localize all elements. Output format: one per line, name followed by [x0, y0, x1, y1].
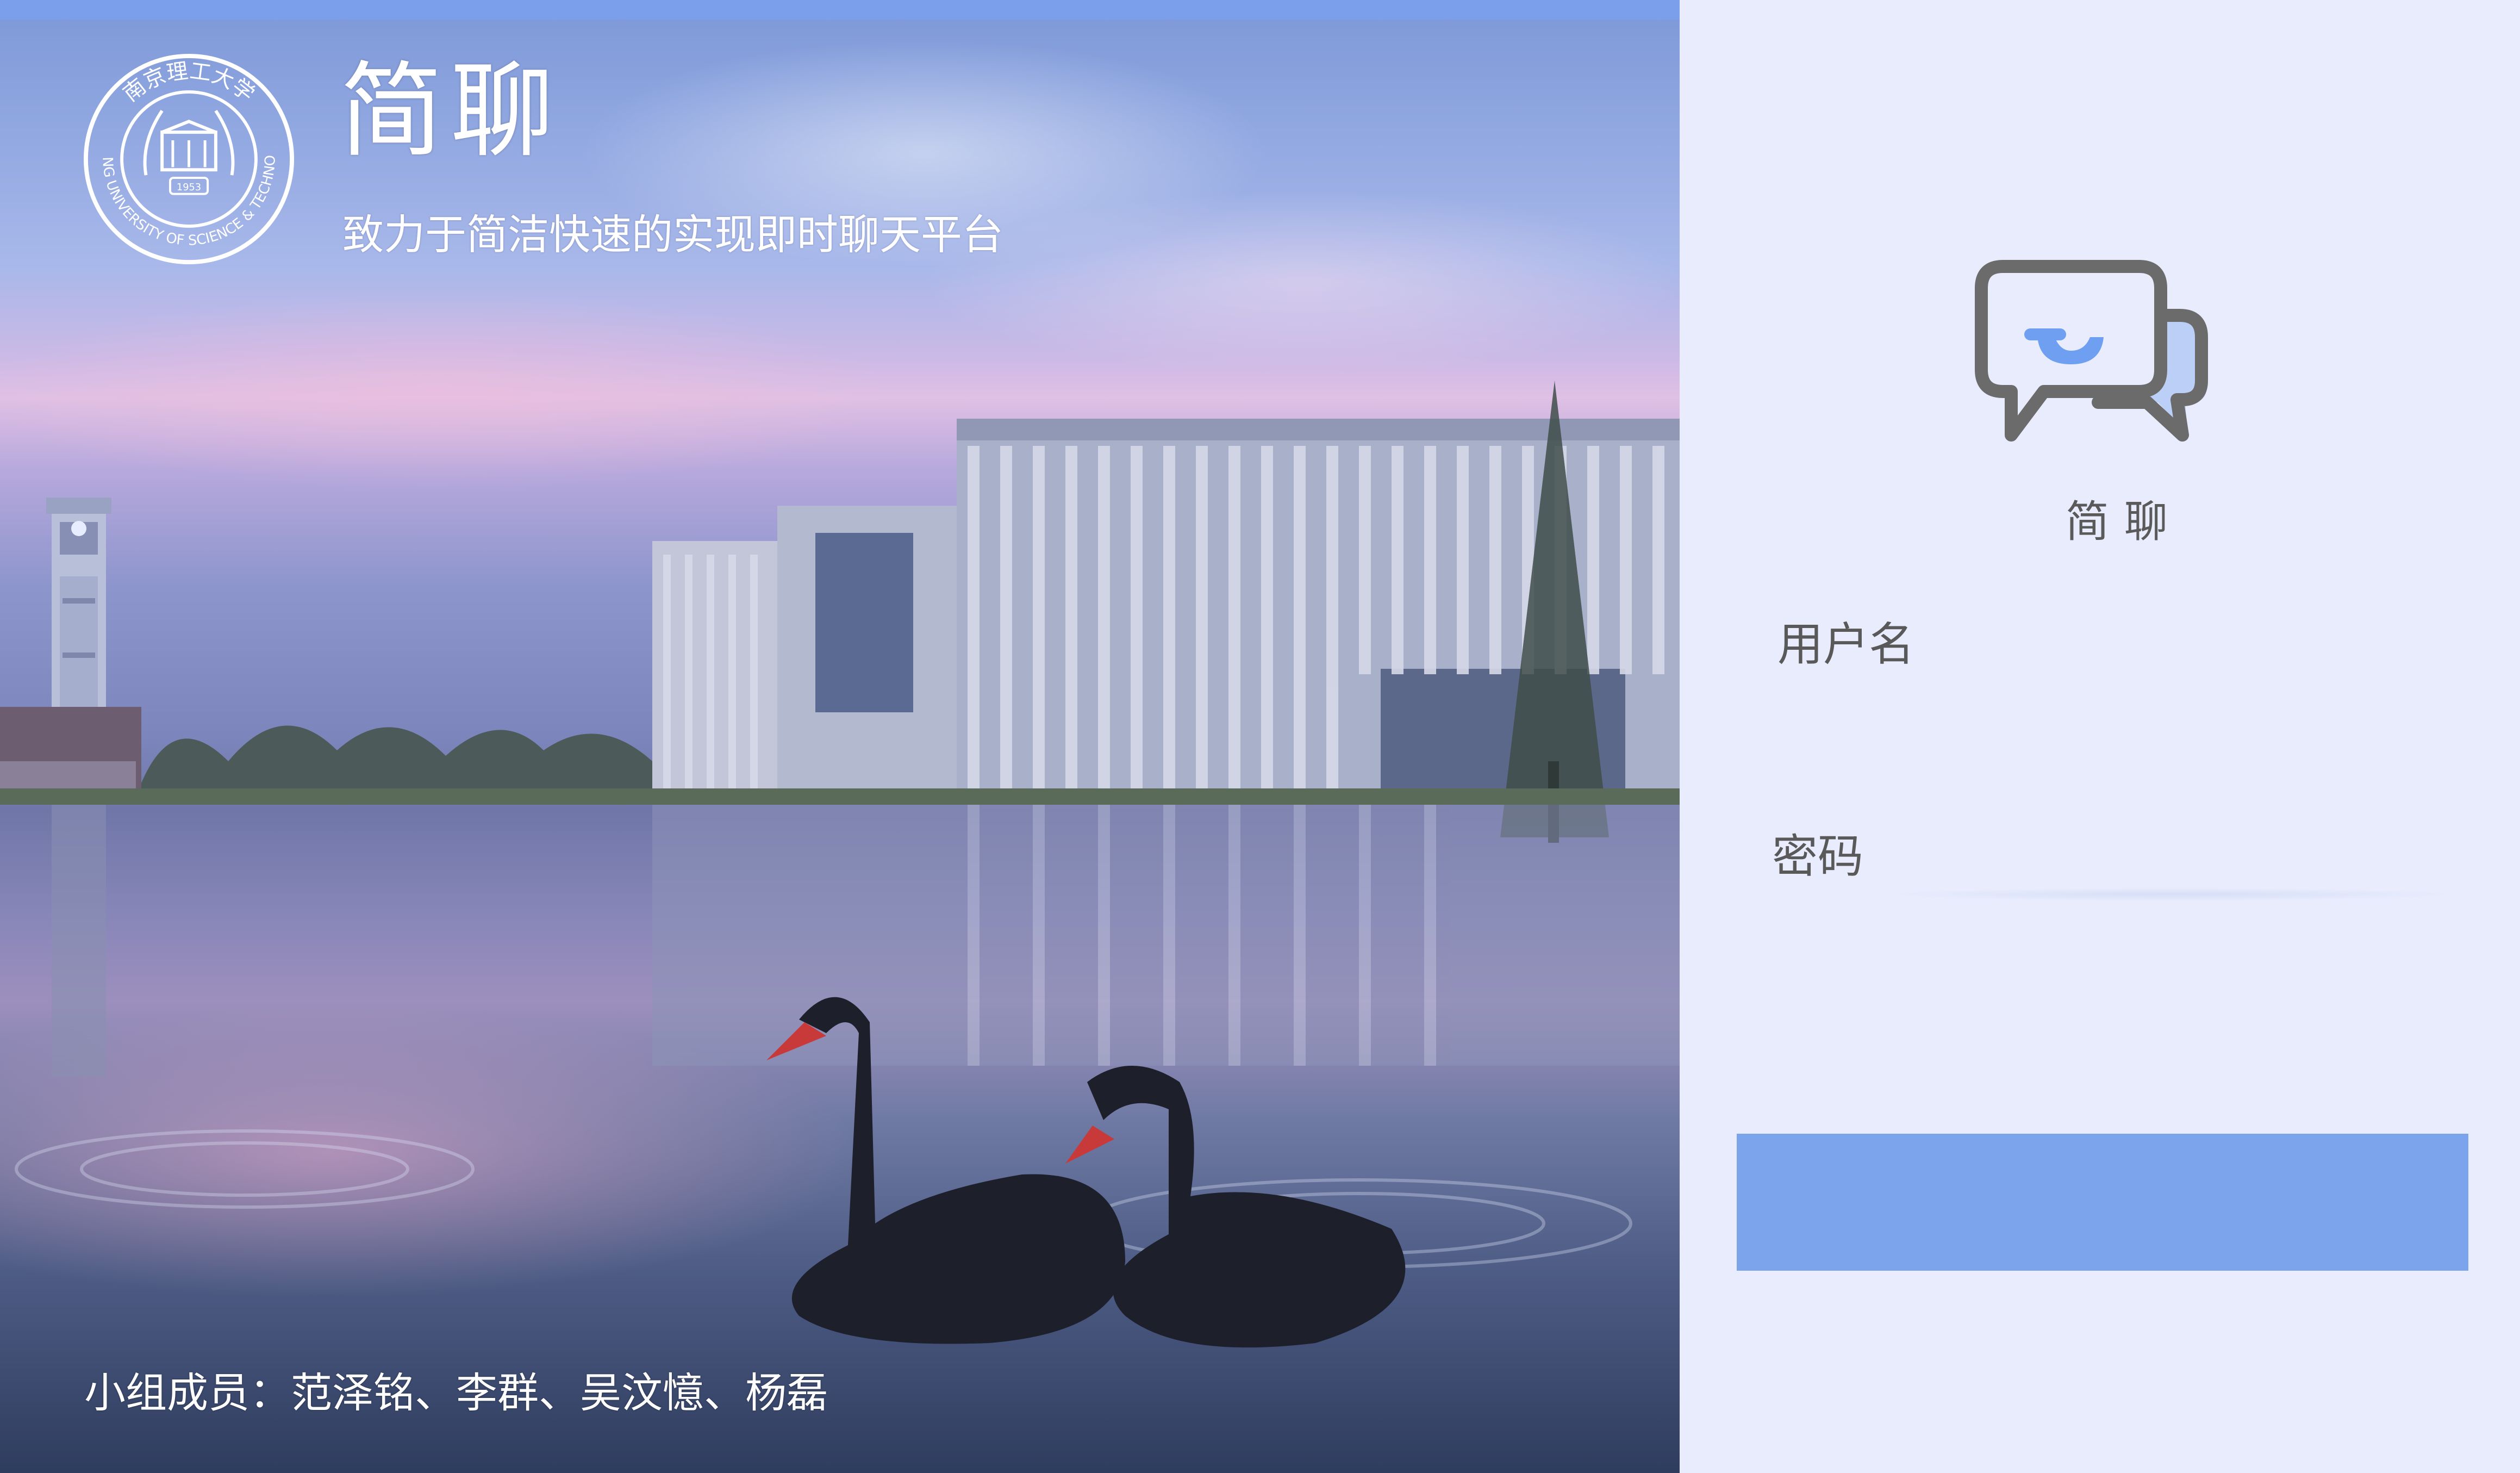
- brand-name: 简聊: [2066, 496, 2183, 547]
- chat-bubbles-icon: [1975, 260, 2208, 442]
- app-title: 简聊: [340, 51, 562, 171]
- username-label: 用户名: [1777, 618, 1915, 671]
- university-seal-icon: NANJING UNIVERSITY OF SCIENCE & TECHNOLO…: [82, 52, 295, 265]
- login-button[interactable]: [1737, 1134, 2468, 1271]
- password-underline: [1886, 884, 2457, 905]
- login-panel: 简聊 用户名 密码: [1680, 0, 2520, 1473]
- app-subtitle: 致力于简洁快速的实现即时聊天平台: [342, 210, 1003, 259]
- password-label: 密码: [1772, 830, 1864, 883]
- password-input[interactable]: [1984, 816, 2462, 881]
- seal-top-text: 南京理工大学: [118, 58, 259, 107]
- team-members-text: 小组成员：范泽铭、李群、吴汶憶、杨磊: [84, 1369, 828, 1417]
- seal-year: 1953: [177, 182, 201, 193]
- top-stripe: [0, 0, 1680, 20]
- campus-background: NANJING UNIVERSITY OF SCIENCE & TECHNOLO…: [0, 0, 1680, 1473]
- username-input[interactable]: [1984, 604, 2462, 669]
